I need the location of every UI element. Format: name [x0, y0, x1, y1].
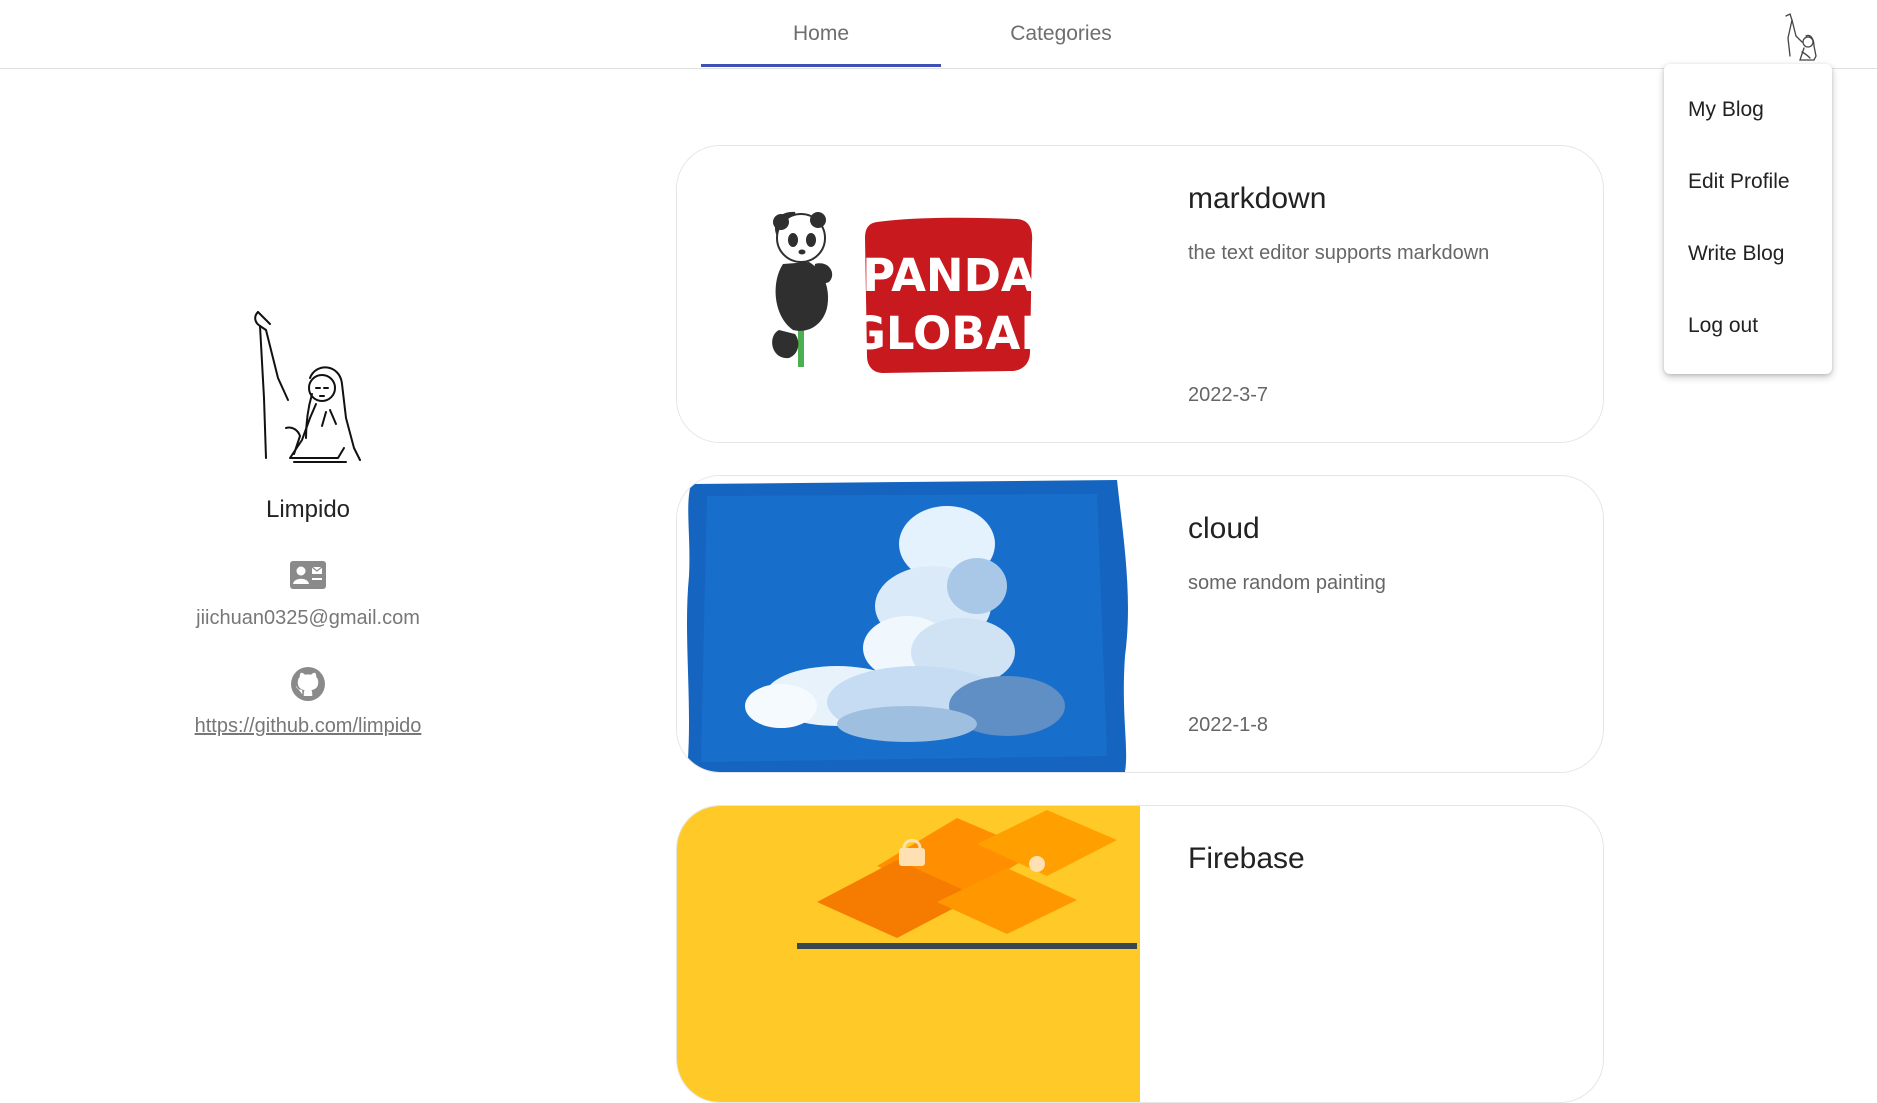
- post-card-firebase[interactable]: Firebase: [676, 805, 1604, 1103]
- post-thumbnail-cloud: [677, 476, 1140, 772]
- post-thumbnail-firebase: [677, 806, 1140, 1102]
- post-card-markdown[interactable]: PANDA GLOBAL markdown the text editor su…: [676, 145, 1604, 443]
- tab-home[interactable]: Home: [701, 0, 941, 68]
- top-nav-bar: Home Categories: [0, 0, 1877, 69]
- profile-email: jiichuan0325@gmail.com: [196, 607, 420, 629]
- post-title: markdown: [1188, 182, 1327, 215]
- profile-name: Limpido: [265, 496, 351, 523]
- tab-categories[interactable]: Categories: [941, 0, 1181, 68]
- post-description: the text editor supports markdown: [1188, 242, 1490, 264]
- post-description: some random painting: [1188, 572, 1386, 594]
- panda-global-logo: PANDA GLOBAL: [677, 146, 1140, 442]
- tab-home-label: Home: [792, 22, 850, 45]
- firebase-illustration: [677, 806, 1140, 1102]
- menu-item-my-blog[interactable]: My Blog: [1664, 74, 1832, 146]
- profile-github-link[interactable]: https://github.com/limpido: [108, 715, 508, 738]
- github-icon: [291, 667, 325, 701]
- cloud-painting: [677, 476, 1140, 772]
- profile-avatar: [254, 311, 361, 463]
- post-thumbnail-panda: PANDA GLOBAL: [677, 146, 1140, 442]
- logo-text-panda: PANDA: [862, 249, 1036, 302]
- logo-text-global: GLOBAL: [849, 307, 1049, 360]
- active-tab-indicator: [701, 64, 941, 67]
- post-card-cloud[interactable]: cloud some random painting 2022-1-8: [676, 475, 1604, 773]
- menu-item-edit-profile[interactable]: Edit Profile: [1664, 146, 1832, 218]
- user-avatar-button[interactable]: [1780, 12, 1824, 64]
- post-title: cloud: [1188, 512, 1260, 545]
- post-title: Firebase: [1188, 842, 1305, 875]
- post-date: 2022-3-7: [1188, 384, 1269, 406]
- post-date: 2022-1-8: [1188, 714, 1269, 736]
- menu-item-write-blog[interactable]: Write Blog: [1664, 218, 1832, 290]
- tab-categories-label: Categories: [1010, 22, 1112, 45]
- contact-card-icon: [290, 561, 326, 589]
- user-dropdown-menu: My Blog Edit Profile Write Blog Log out: [1664, 64, 1832, 374]
- menu-item-log-out[interactable]: Log out: [1664, 290, 1832, 362]
